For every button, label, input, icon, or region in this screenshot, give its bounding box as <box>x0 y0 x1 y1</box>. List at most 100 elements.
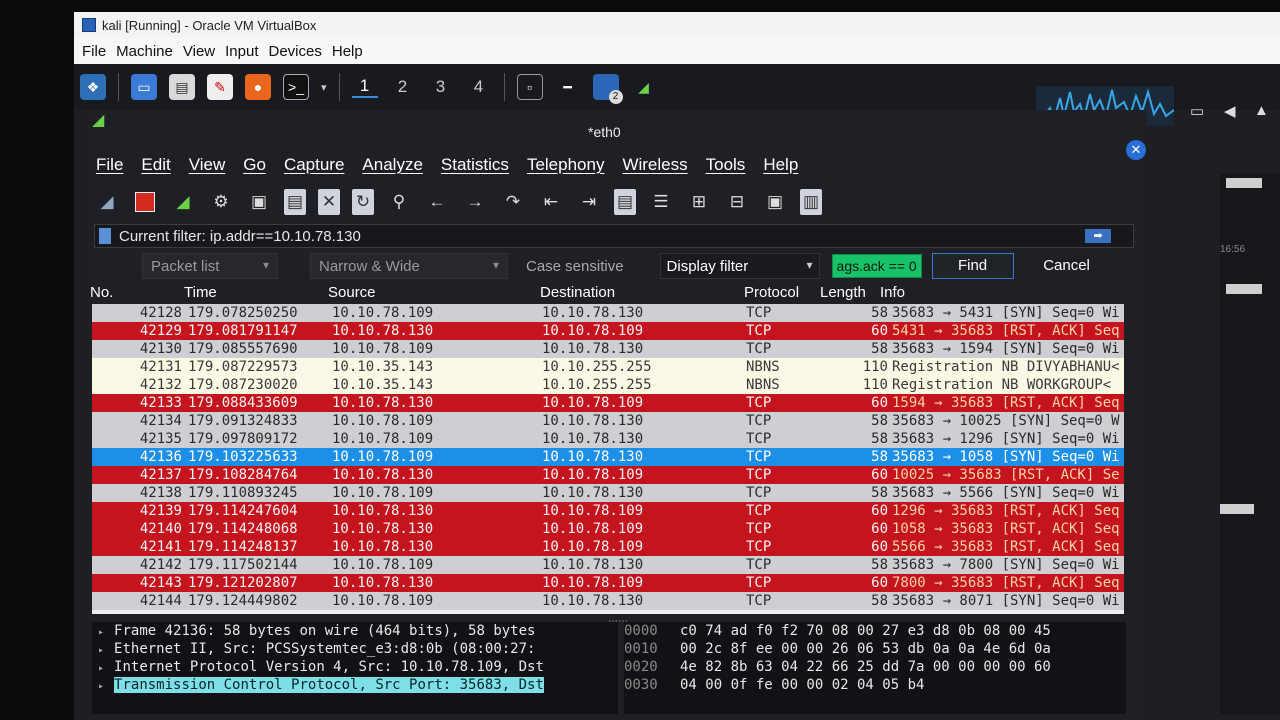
packet-bytes-pane[interactable]: 0000 c0 74 ad f0 f2 70 08 00 27 e3 d8 0b … <box>624 622 1126 714</box>
packet-details-pane[interactable]: ▸ Frame 42136: 58 bytes on wire (464 bits… <box>92 622 618 714</box>
file-manager-icon[interactable]: ▤ <box>169 74 195 100</box>
open-file-icon[interactable]: ▣ <box>246 189 272 215</box>
packet-row[interactable]: 42140 179.114248068 10.10.78.130 10.10.78.1… <box>92 520 1124 538</box>
terminal-icon[interactable]: >_ <box>283 74 309 100</box>
workspace-2[interactable]: 2 <box>390 77 416 97</box>
workspace-3[interactable]: 3 <box>428 77 454 97</box>
packet-row[interactable]: 42143 179.121202807 10.10.78.130 10.10.78.1… <box>92 574 1124 592</box>
menu-help[interactable]: Help <box>763 155 798 175</box>
column-time[interactable]: Time <box>184 284 217 301</box>
expand-arrow-icon[interactable]: ▸ <box>98 627 104 638</box>
column-no[interactable]: No. <box>90 284 113 301</box>
search-in-select[interactable]: Packet list <box>142 253 278 279</box>
wireshark-taskbar-icon[interactable]: ◢ <box>631 74 657 100</box>
bookmark-icon[interactable] <box>99 228 111 244</box>
packet-row[interactable]: 42130 179.085557690 10.10.78.109 10.10.78.1… <box>92 340 1124 358</box>
detail-row-frame[interactable]: ▸ Frame 42136: 58 bytes on wire (464 bits… <box>92 622 618 640</box>
packet-row[interactable]: 42136 179.103225633 10.10.78.109 10.10.78.1… <box>92 448 1124 466</box>
search-type-select[interactable]: Display filter <box>659 253 820 279</box>
pane-splitter[interactable]: ⋯⋯ <box>608 616 628 627</box>
expand-arrow-icon[interactable]: ▸ <box>98 663 104 674</box>
save-file-icon[interactable]: ▤ <box>284 189 306 215</box>
menu-tools[interactable]: Tools <box>706 155 746 175</box>
packet-row[interactable]: 42137 179.108284764 10.10.78.130 10.10.78.1… <box>92 466 1124 484</box>
display-filter-bar[interactable]: Current filter: ip.addr==10.10.78.130 ➡ <box>94 224 1134 248</box>
resize-columns-icon[interactable]: ▥ <box>800 189 822 215</box>
expand-arrow-icon[interactable]: ▸ <box>98 645 104 656</box>
find-packet-icon[interactable]: ⚲ <box>386 189 412 215</box>
menu-capture[interactable]: Capture <box>284 155 344 175</box>
restart-capture-icon[interactable]: ◢ <box>170 189 196 215</box>
detail-row-ethernet[interactable]: ▸ Ethernet II, Src: PCSSystemtec_e3:d8:0b… <box>92 640 618 658</box>
packet-row[interactable]: 42132 179.087230020 10.10.35.143 10.10.255.… <box>92 376 1124 394</box>
chevron-down-icon[interactable]: ▾ <box>321 81 327 94</box>
firefox-icon[interactable]: ● <box>245 74 271 100</box>
packet-row[interactable]: 42139 179.114247604 10.10.78.130 10.10.78.1… <box>92 502 1124 520</box>
show-desktop-icon[interactable]: ▭ <box>131 74 157 100</box>
menu-analyze[interactable]: Analyze <box>362 155 422 175</box>
detail-row-ip[interactable]: ▸ Internet Protocol Version 4, Src: 10.10… <box>92 658 618 676</box>
notification-icon[interactable]: 2 <box>592 74 623 104</box>
colorize-icon[interactable]: ☰ <box>648 189 674 215</box>
apply-filter-icon[interactable]: ➡ <box>1085 229 1111 243</box>
vbox-menu-help[interactable]: Help <box>332 43 363 60</box>
cancel-button[interactable]: Cancel <box>1026 253 1108 279</box>
menu-statistics[interactable]: Statistics <box>441 155 509 175</box>
packet-row[interactable]: 42129 179.081791147 10.10.78.130 10.10.78.1… <box>92 322 1124 340</box>
text-editor-icon[interactable]: ✎ <box>207 74 233 100</box>
packet-row[interactable]: 42131 179.087229573 10.10.35.143 10.10.255.… <box>92 358 1124 376</box>
reload-file-icon[interactable]: ↻ <box>352 189 374 215</box>
capture-options-icon[interactable]: ⚙ <box>208 189 234 215</box>
window-icon[interactable]: ▫ <box>516 74 543 100</box>
packet-row[interactable]: 42144 179.124449802 10.10.78.109 10.10.78.1… <box>92 592 1124 610</box>
packet-list[interactable]: 42128 179.078250250 10.10.78.109 10.10.78.1… <box>92 304 1124 614</box>
packet-row[interactable]: 42133 179.088433609 10.10.78.130 10.10.78.1… <box>92 394 1124 412</box>
detail-row-tcp[interactable]: ▸ Transmission Control Protocol, Src Port… <box>92 676 618 694</box>
find-button[interactable]: Find <box>931 253 1014 279</box>
packet-row[interactable]: 42128 179.078250250 10.10.78.109 10.10.78.1… <box>92 304 1124 322</box>
last-packet-icon[interactable]: ⇥ <box>576 189 602 215</box>
case-sensitive-checkbox[interactable]: Case sensitive <box>526 258 624 275</box>
packet-row[interactable]: 42138 179.110893245 10.10.78.109 10.10.78.1… <box>92 484 1124 502</box>
vbox-menu-input[interactable]: Input <box>225 43 258 60</box>
menu-wireless[interactable]: Wireless <box>622 155 687 175</box>
packet-row[interactable]: 42135 179.097809172 10.10.78.109 10.10.78.1… <box>92 430 1124 448</box>
go-forward-icon[interactable]: → <box>462 189 488 215</box>
stop-capture-icon[interactable] <box>132 189 158 215</box>
column-length[interactable]: Length <box>820 284 866 301</box>
normal-size-icon[interactable]: ▣ <box>762 189 788 215</box>
column-source[interactable]: Source <box>328 284 376 301</box>
packet-row[interactable]: 42142 179.117502144 10.10.78.109 10.10.78.1… <box>92 556 1124 574</box>
packet-row[interactable]: 42134 179.091324833 10.10.78.109 10.10.78.1… <box>92 412 1124 430</box>
column-info[interactable]: Info <box>880 284 905 301</box>
close-file-icon[interactable]: ✕ <box>318 189 340 215</box>
find-input[interactable]: ags.ack == 0 <box>831 254 922 278</box>
workspace-4[interactable]: 4 <box>466 77 492 97</box>
minimize-icon[interactable]: ━ <box>555 74 581 100</box>
vbox-menu-view[interactable]: View <box>183 43 215 60</box>
workspace-1[interactable]: 1 <box>351 76 378 98</box>
zoom-out-icon[interactable]: ⊟ <box>724 189 750 215</box>
column-destination[interactable]: Destination <box>540 284 615 301</box>
packet-row[interactable]: 42141 179.114248137 10.10.78.130 10.10.78.1… <box>92 538 1124 556</box>
expand-arrow-icon[interactable]: ▸ <box>98 681 104 692</box>
column-protocol[interactable]: Protocol <box>744 284 799 301</box>
menu-telephony[interactable]: Telephony <box>527 155 605 175</box>
start-capture-icon[interactable]: ◢ <box>94 189 120 215</box>
menu-edit[interactable]: Edit <box>141 155 170 175</box>
menu-view[interactable]: View <box>189 155 226 175</box>
volume-icon[interactable]: ◀ <box>1224 102 1236 120</box>
char-width-select[interactable]: Narrow & Wide <box>310 253 508 279</box>
autoscroll-icon[interactable]: ▤ <box>614 189 636 215</box>
menu-go[interactable]: Go <box>243 155 266 175</box>
vbox-menu-machine[interactable]: Machine <box>116 43 173 60</box>
display-icon[interactable]: ▭ <box>1190 102 1204 120</box>
zoom-in-icon[interactable]: ⊞ <box>686 189 712 215</box>
bell-icon[interactable]: ▲ <box>1254 102 1269 119</box>
vbox-menu-devices[interactable]: Devices <box>269 43 322 60</box>
menu-file[interactable]: File <box>96 155 123 175</box>
go-back-icon[interactable]: ← <box>424 189 450 215</box>
vbox-menu-file[interactable]: File <box>82 43 106 60</box>
go-to-packet-icon[interactable]: ↷ <box>500 189 526 215</box>
first-packet-icon[interactable]: ⇤ <box>538 189 564 215</box>
